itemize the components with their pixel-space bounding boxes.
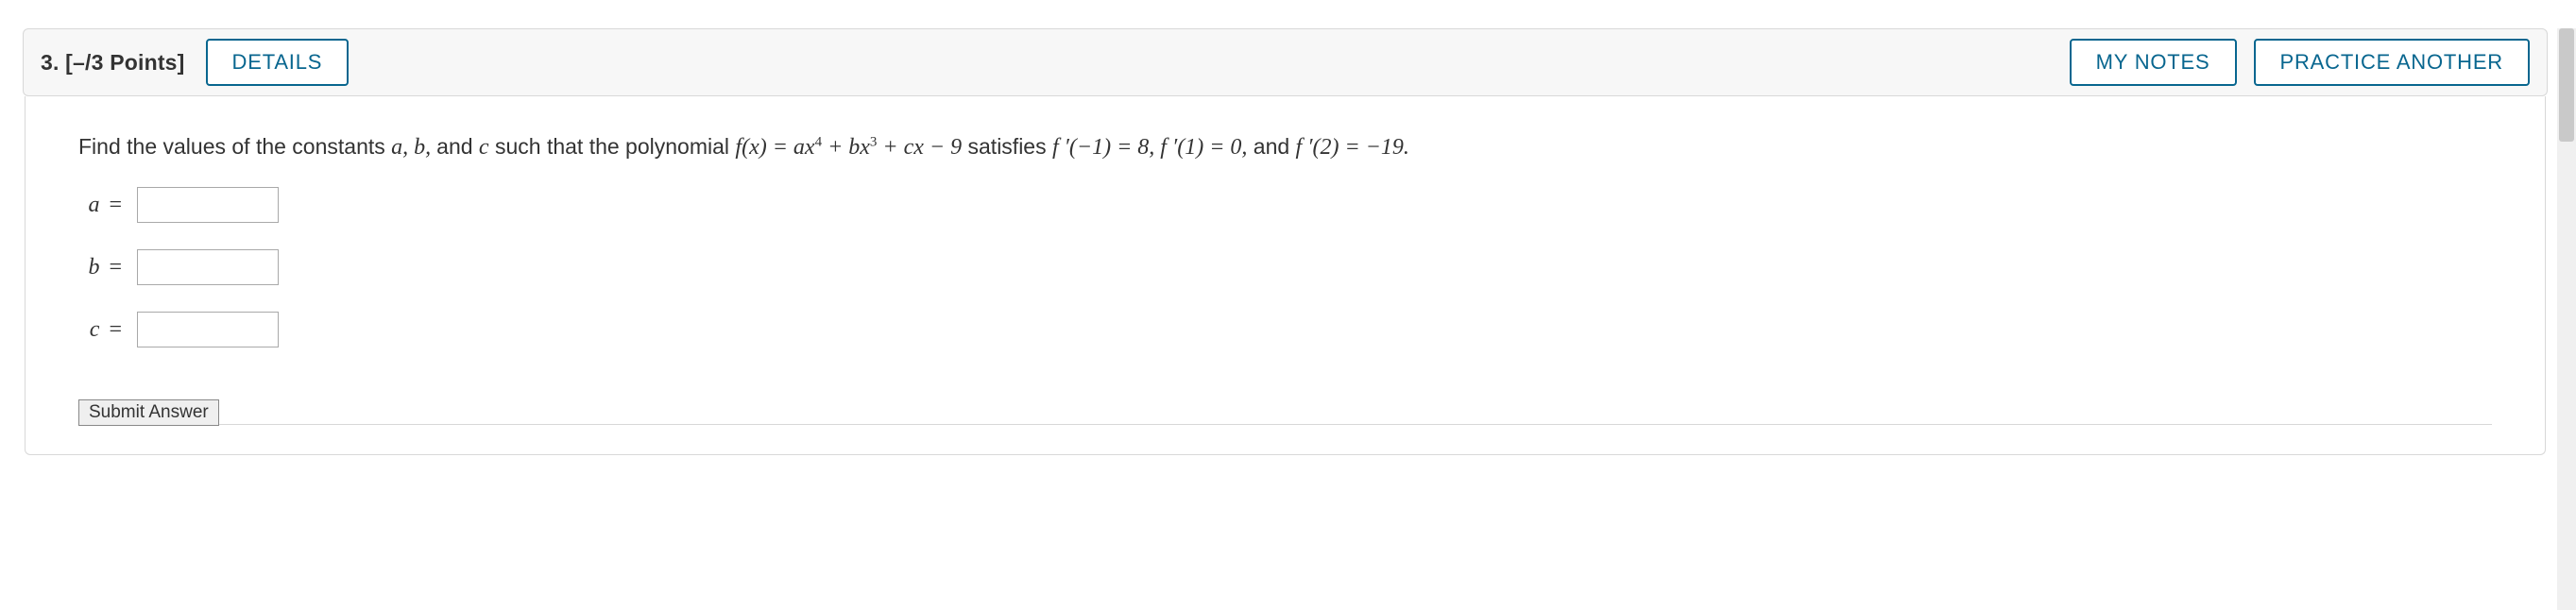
label-a-text: a [88, 193, 99, 217]
details-button[interactable]: DETAILS [206, 39, 350, 86]
submit-answer-button[interactable]: Submit Answer [78, 399, 219, 426]
question-header: 3. [–/3 Points] DETAILS MY NOTES PRACTIC… [23, 28, 2548, 96]
eq-sign-c: = [99, 317, 122, 342]
question-prompt: Find the values of the constants a, b, a… [78, 134, 2492, 161]
question-body: Find the values of the constants a, b, a… [25, 96, 2546, 455]
prompt-satisfies: satisfies [962, 134, 1052, 159]
label-b-text: b [88, 255, 99, 280]
answer-row-a: a = [78, 187, 2492, 223]
prompt-cond3: f ′(2) = −19. [1296, 135, 1409, 160]
answer-row-c: c = [78, 312, 2492, 347]
header-left-group: 3. [–/3 Points] DETAILS [41, 39, 349, 86]
eq-sign-a: = [99, 193, 122, 217]
answer-row-b: b = [78, 249, 2492, 285]
answer-input-c[interactable] [137, 312, 279, 347]
question-number: 3. [–/3 Points] [41, 50, 185, 76]
prompt-exp4: 4 [815, 134, 823, 149]
scrollbar-thumb[interactable] [2559, 28, 2574, 142]
prompt-and: and [436, 134, 479, 159]
prompt-var-c: c [479, 135, 489, 160]
prompt-vars-ab: a, b, [391, 135, 436, 160]
answer-input-a[interactable] [137, 187, 279, 223]
my-notes-button[interactable]: MY NOTES [2070, 39, 2237, 86]
answer-label-a: a = [78, 193, 122, 218]
answer-label-c: c = [78, 317, 122, 343]
prompt-cond12: f ′(−1) = 8, f ′(1) = 0, [1052, 135, 1247, 160]
practice-another-button[interactable]: PRACTICE ANOTHER [2254, 39, 2531, 86]
answer-label-b: b = [78, 255, 122, 280]
prompt-lead: Find the values of the constants [78, 134, 391, 159]
prompt-and2: and [1247, 134, 1295, 159]
window-scrollbar[interactable] [2557, 28, 2576, 610]
submit-divider [218, 424, 2492, 425]
eq-sign-b: = [99, 255, 122, 280]
prompt-fx: f(x) = ax [735, 135, 814, 160]
label-c-text: c [90, 317, 100, 342]
answer-input-b[interactable] [137, 249, 279, 285]
prompt-such: such that the polynomial [489, 134, 736, 159]
submit-area: Submit Answer [78, 399, 2492, 426]
header-right-group: MY NOTES PRACTICE ANOTHER [2070, 39, 2530, 86]
answer-group: a = b = c = [78, 187, 2492, 347]
prompt-plusbx: + bx [822, 135, 870, 160]
prompt-pluscx: + cx − 9 [877, 135, 962, 160]
